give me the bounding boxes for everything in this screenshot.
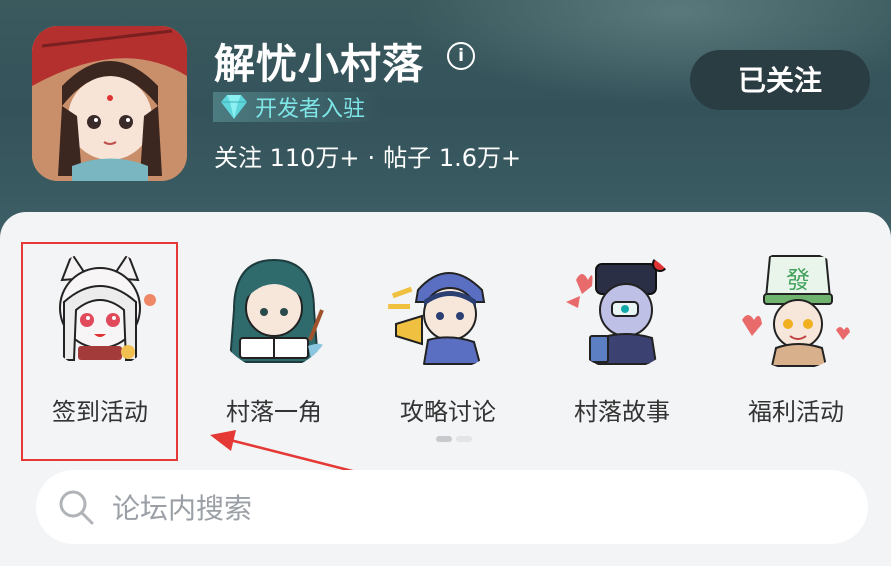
page-dot-active	[436, 436, 452, 442]
category-label: 攻略讨论	[400, 398, 496, 426]
category-village-corner[interactable]: 村落一角	[189, 240, 359, 430]
followed-button[interactable]: 已关注	[690, 50, 870, 110]
category-label: 村落故事	[574, 398, 670, 426]
posts-count: 帖子 1.6万+	[383, 144, 522, 172]
forum-stats: 关注 110万+ · 帖子 1.6万+	[214, 138, 521, 173]
developer-badge[interactable]: 开发者入驻	[213, 92, 382, 122]
category-strategy[interactable]: 攻略讨论	[363, 240, 533, 430]
highlight-box	[21, 242, 178, 461]
app-icon[interactable]	[32, 26, 187, 181]
stats-separator: ·	[367, 144, 376, 172]
megaphone-boy-avatar	[388, 272, 486, 365]
search-icon	[59, 490, 94, 525]
app-title: 解忧小村落	[214, 40, 424, 88]
followers-count: 关注 110万+	[214, 144, 360, 172]
category-label: 村落一角	[226, 398, 322, 426]
page-dot	[456, 436, 472, 442]
category-label: 福利活动	[748, 398, 844, 426]
category-village-stories[interactable]: 村落故事	[537, 240, 707, 430]
diamond-icon	[221, 95, 247, 119]
developer-badge-label: 开发者入驻	[255, 97, 366, 122]
forum-search-bar[interactable]: 论坛内搜索	[36, 470, 868, 544]
reading-girl-avatar	[228, 258, 326, 363]
info-icon[interactable]: i	[447, 42, 475, 70]
mahjong-hat-avatar: 發	[742, 255, 850, 367]
jiangshi-avatar	[566, 256, 668, 365]
svg-text:發: 發	[786, 266, 810, 294]
category-welfare[interactable]: 發 福利活动	[711, 240, 881, 430]
search-placeholder: 论坛内搜索	[112, 492, 253, 525]
page-indicator	[436, 436, 476, 442]
